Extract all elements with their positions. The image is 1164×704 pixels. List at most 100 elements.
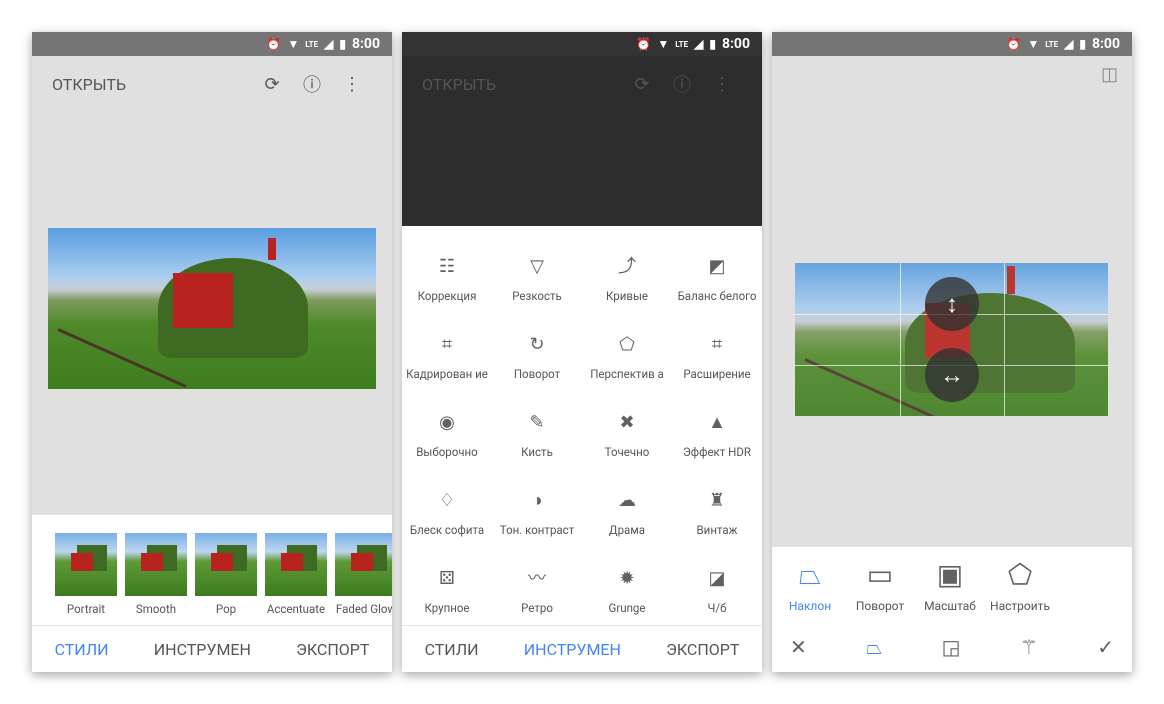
- mode-tilt[interactable]: ⏢ Наклон: [775, 557, 845, 613]
- mountains-icon: ▲: [708, 412, 726, 433]
- grain-icon: ⚄: [439, 568, 455, 589]
- mustache-icon: 〰: [528, 568, 546, 589]
- tab-export[interactable]: ЭКСПОРТ: [296, 640, 369, 659]
- clock: 8:00: [721, 36, 750, 52]
- tab-tools[interactable]: ИНСТРУМЕН: [524, 640, 621, 659]
- mode-rotate-frame[interactable]: ▭ Поворот: [845, 557, 915, 613]
- tool-rotate[interactable]: ↻ Поворот: [492, 334, 582, 412]
- style-thumbnail: [125, 533, 187, 596]
- tool-selective[interactable]: ◉ Выборочно: [402, 412, 492, 490]
- crop-icon: ⌗: [441, 334, 453, 355]
- photo-preview: [48, 228, 376, 389]
- status-bar: ⏰ ▼ LTE ◢ ▮ 8:00: [402, 32, 762, 56]
- tool-glamour-glow[interactable]: ♢ Блеск софита: [402, 490, 492, 568]
- tool-crop[interactable]: ⌗ Кадрирован ие: [402, 334, 492, 412]
- battery-icon: ▮: [1079, 37, 1086, 51]
- free-perspective-icon: ⬠: [1007, 558, 1033, 591]
- tool-expand[interactable]: ⌗ Расширение: [672, 334, 762, 412]
- fill-icon[interactable]: ◲: [942, 635, 961, 659]
- apply-icon[interactable]: ✓: [1097, 635, 1114, 659]
- tab-styles[interactable]: СТИЛИ: [425, 640, 479, 659]
- cancel-icon[interactable]: ✕: [790, 635, 807, 659]
- app-header: ОТКРЫТЬ ⟳ ⓘ ⋮: [32, 56, 392, 112]
- dim-overlay[interactable]: ОТКРЫТЬ ⟳ ⓘ ⋮: [402, 56, 762, 226]
- mode-label: Масштаб: [924, 599, 976, 613]
- style-thumbnail: [55, 533, 117, 596]
- style-thumbnail: [335, 533, 392, 596]
- battery-icon: ▮: [339, 37, 346, 51]
- tool-cloud[interactable]: ☁ Драма: [582, 490, 672, 568]
- mode-label: Поворот: [855, 599, 905, 613]
- style-label: Accentuate: [266, 602, 326, 616]
- more-icon[interactable]: ⋮: [332, 74, 372, 95]
- style-portrait[interactable]: Portrait: [55, 533, 117, 625]
- glamour-glow-icon: ♢: [438, 490, 456, 511]
- lamp-icon: ♜: [708, 490, 726, 511]
- bottom-nav: СТИЛИ ИНСТРУМЕН ЭКСПОРТ: [32, 625, 392, 672]
- style-pop[interactable]: Pop: [195, 533, 257, 625]
- tool-label: Крупное: [424, 601, 470, 615]
- vertical-tilt-handle[interactable]: ↕: [925, 277, 979, 331]
- status-bar: ⏰ ▼ LTE ◢ ▮ 8:00: [32, 32, 392, 56]
- vertical-arrows-icon: ↕: [946, 289, 958, 318]
- curves-icon: ⤴: [618, 256, 636, 277]
- mode-label: Наклон: [788, 599, 832, 613]
- perspective-icon: ⬠: [619, 334, 635, 355]
- open-button[interactable]: ОТКРЫТЬ: [52, 75, 252, 94]
- tool-label: Ретро: [521, 601, 553, 615]
- app-header: ОТКРЫТЬ ⟳ ⓘ ⋮: [402, 56, 762, 112]
- style-faded-glow[interactable]: Faded Glow: [335, 533, 392, 625]
- triangle-icon: ▽: [530, 256, 544, 277]
- info-icon: ⓘ: [673, 75, 691, 96]
- tool-label: Точечно: [604, 445, 650, 459]
- tool-tonal-contrast[interactable]: ◑ Тон. контраст: [492, 490, 582, 568]
- tool-curves[interactable]: ⤴ Кривые: [582, 256, 672, 334]
- tool-lamp[interactable]: ♜ Винтаж: [672, 490, 762, 568]
- tool-label: Эффект HDR: [683, 445, 751, 459]
- signal-icon: ◢: [694, 37, 704, 51]
- tool-label: Кривые: [606, 289, 648, 303]
- auto-fix-icon[interactable]: ⚚: [1020, 635, 1038, 659]
- tab-tools[interactable]: ИНСТРУМЕН: [154, 640, 251, 659]
- compare-icon[interactable]: ◫: [1101, 64, 1118, 85]
- tool-perspective[interactable]: ⬠ Перспектив а: [582, 334, 672, 412]
- tool-label: Перспектив а: [590, 367, 664, 381]
- tool-label: Grunge: [608, 601, 646, 615]
- mode-scale[interactable]: ▣ Масштаб: [915, 557, 985, 613]
- status-bar: ⏰ ▼ LTE ◢ ▮ 8:00: [772, 32, 1132, 56]
- tool-label: Винтаж: [696, 523, 738, 537]
- chimney: [268, 238, 276, 260]
- layers-icon[interactable]: ⟳: [252, 74, 292, 95]
- grid-line: [900, 263, 901, 416]
- tool-mountains[interactable]: ▲ Эффект HDR: [672, 412, 762, 490]
- expand-icon: ⌗: [711, 334, 723, 355]
- chimney: [1007, 266, 1015, 294]
- tab-export[interactable]: ЭКСПОРТ: [666, 640, 739, 659]
- tool-white-balance[interactable]: ◩ Баланс белого: [672, 256, 762, 334]
- bottom-nav: СТИЛИ ИНСТРУМЕН ЭКСПОРТ: [402, 625, 762, 672]
- tool-label: Ч/б: [707, 601, 727, 615]
- screen-perspective: ⏰ ▼ LTE ◢ ▮ 8:00 ◫ ↕ ↔ ✕ ⏢ ◲ ⚚ ✓ ⏢ Наклон…: [772, 32, 1132, 672]
- perspective-mode-icon[interactable]: ⏢: [866, 635, 882, 659]
- horizontal-tilt-handle[interactable]: ↔: [925, 348, 979, 402]
- tool-tune[interactable]: ☷ Коррекция: [402, 256, 492, 334]
- cloud-icon: ☁: [618, 490, 636, 511]
- tool-triangle[interactable]: ▽ Резкость: [492, 256, 582, 334]
- tool-label: Резкость: [512, 289, 562, 303]
- tool-healing[interactable]: ✖ Точечно: [582, 412, 672, 490]
- open-button: ОТКРЫТЬ: [422, 74, 497, 94]
- mode-free-perspective[interactable]: ⬠ Настроить: [985, 557, 1055, 613]
- tab-styles[interactable]: СТИЛИ: [55, 640, 109, 659]
- tune-icon: ☷: [438, 256, 456, 277]
- tool-brush[interactable]: ✎ Кисть: [492, 412, 582, 490]
- scale-icon: ▣: [936, 558, 964, 591]
- tool-label: Выборочно: [416, 445, 478, 459]
- more-icon: ⋮: [713, 73, 731, 95]
- clock: 8:00: [1091, 36, 1120, 52]
- info-icon[interactable]: ⓘ: [292, 71, 332, 97]
- screen-styles: ⏰ ▼ LTE ◢ ▮ 8:00 ОТКРЫТЬ ⟳ ⓘ ⋮ Portrait …: [32, 32, 392, 672]
- style-smooth[interactable]: Smooth: [125, 533, 187, 625]
- horizontal-arrows-icon: ↔: [940, 360, 964, 389]
- style-accentuate[interactable]: Accentuate: [265, 533, 327, 625]
- screen-tools: ⏰ ▼ LTE ◢ ▮ 8:00 ОТКРЫТЬ ⟳ ⓘ ⋮ ☷ Коррекци…: [402, 32, 762, 672]
